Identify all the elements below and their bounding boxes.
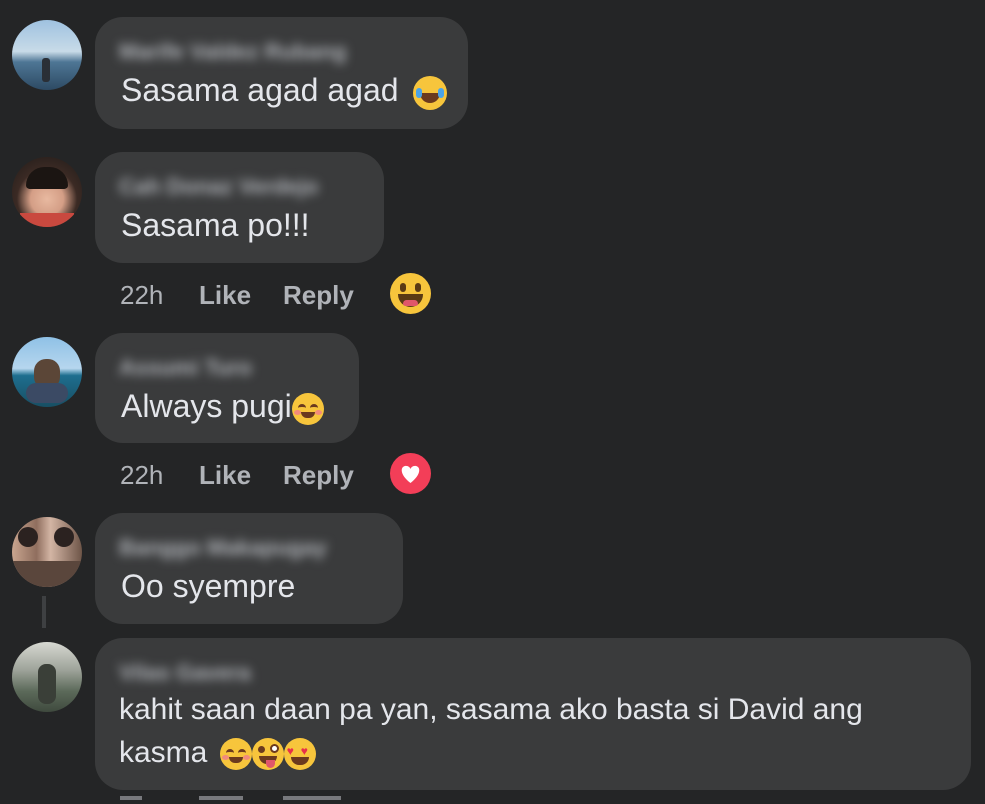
reply-button[interactable]: Reply [283, 280, 354, 311]
comment-author[interactable]: Banggo Makapugay [119, 535, 327, 561]
comment-text: Sasama agad agad [121, 72, 448, 110]
comment-bubble: Marife Valdez Rubang Sasama agad agad [95, 17, 468, 129]
comment-bubble: Cah Donaz Verdejo Sasama po!!! [95, 152, 384, 263]
comment-text: kahit saan daan pa yan, sasama ako basta… [119, 693, 863, 771]
smirk-emoji-icon [219, 738, 252, 771]
avatar[interactable] [12, 157, 82, 227]
comment-author[interactable]: Assumi Turo [119, 355, 252, 381]
love-reaction-icon[interactable] [390, 453, 431, 494]
comment-actions-partial [120, 796, 360, 804]
reply-button[interactable]: Reply [283, 460, 354, 491]
joy-emoji-icon [413, 75, 448, 110]
comment-actions: 22h Like Reply [120, 273, 440, 314]
avatar[interactable] [12, 517, 82, 587]
comment-text: Always pugi [121, 388, 324, 425]
comment-bubble: Vilas Gavera kahit saan daan pa yan, sas… [95, 638, 971, 790]
comment-text: Oo syempre [121, 568, 296, 604]
timestamp[interactable]: 22h [120, 460, 163, 491]
comment-author[interactable]: Cah Donaz Verdejo [119, 174, 318, 200]
comment-bubble: Banggo Makapugay Oo syempre [95, 513, 403, 624]
comment-author[interactable]: Vilas Gavera [119, 660, 251, 686]
comment-text: Sasama po!!! [121, 207, 310, 243]
avatar[interactable] [12, 20, 82, 90]
timestamp[interactable]: 22h [120, 280, 163, 311]
comment-author[interactable]: Marife Valdez Rubang [119, 39, 346, 65]
comment-actions: 22h Like Reply [120, 453, 440, 494]
avatar[interactable] [12, 642, 82, 712]
smirk-emoji-icon [291, 392, 324, 425]
like-button[interactable]: Like [199, 460, 251, 491]
comment-bubble: Assumi Turo Always pugi [95, 333, 359, 443]
haha-reaction-icon[interactable] [390, 273, 431, 314]
avatar[interactable] [12, 337, 82, 407]
thread-line [42, 596, 46, 628]
heart-eyes-emoji-icon: ♥ ♥ [283, 738, 316, 771]
like-button[interactable]: Like [199, 280, 251, 311]
zany-emoji-icon [251, 738, 284, 771]
